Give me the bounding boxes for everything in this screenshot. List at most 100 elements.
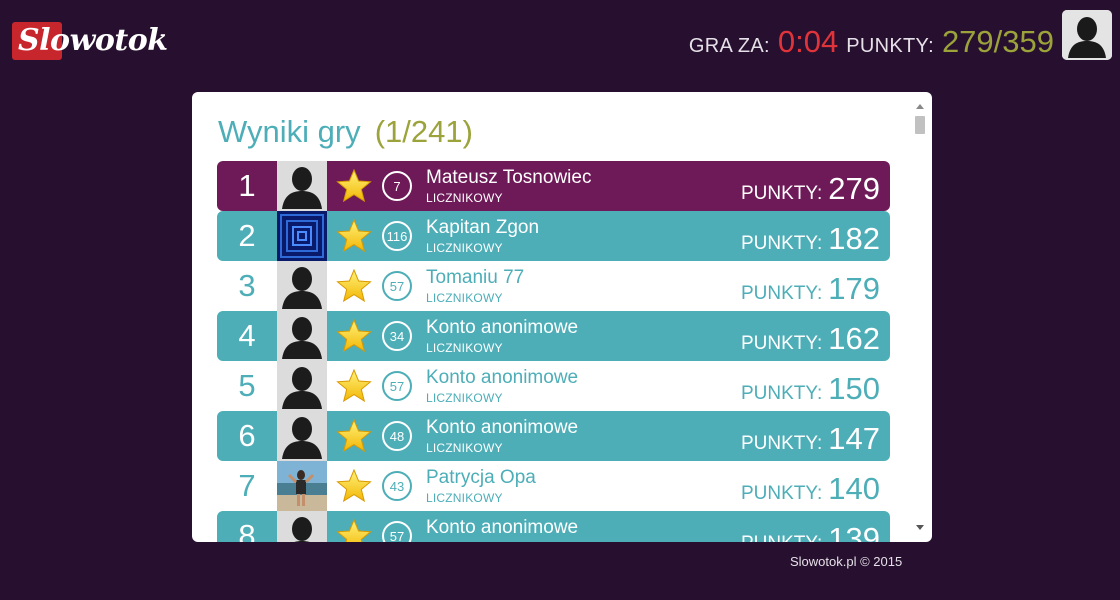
result-row[interactable]: 8 57 Konto anonimowe LICZNIKOWY PUNKTY: 139 xyxy=(217,511,890,542)
player-rank-title: LICZNIKOWY xyxy=(426,340,503,355)
player-points: PUNKTY: 279 xyxy=(741,161,880,211)
result-row[interactable]: 5 57 Konto anonimowe LICZNIKOWY PUNKTY: 150 xyxy=(217,361,890,411)
result-row[interactable]: 7 43 Patrycja Opa LICZNIKOWY PUNKTY: 140 xyxy=(217,461,890,511)
logo[interactable]: Slowotok xyxy=(12,22,168,62)
results-count: (1/241) xyxy=(374,114,473,149)
player-info: Patrycja Opa LICZNIKOWY xyxy=(426,467,536,505)
player-rank-title: LICZNIKOWY xyxy=(426,240,503,255)
player-rank-title: LICZNIKOWY xyxy=(426,390,503,405)
avatar-silhouette-icon xyxy=(277,311,327,361)
player-level-badge: 57 xyxy=(382,521,412,542)
player-points: PUNKTY: 150 xyxy=(741,361,880,411)
player-level-badge: 48 xyxy=(382,421,412,451)
points-value: 182 xyxy=(828,221,880,256)
player-avatar[interactable] xyxy=(277,361,327,411)
player-points: PUNKTY: 162 xyxy=(741,311,880,361)
player-points: PUNKTY: 182 xyxy=(741,211,880,261)
player-level-badge: 116 xyxy=(382,221,412,251)
player-name[interactable]: Tomaniu 77 xyxy=(426,267,524,288)
star-icon xyxy=(336,269,372,303)
game-timer-label: GRA ZA: xyxy=(688,35,770,57)
points-value: 279 xyxy=(828,171,880,206)
star-badge xyxy=(334,219,374,253)
player-avatar[interactable] xyxy=(277,261,327,311)
avatar-silhouette-icon xyxy=(277,411,327,461)
rank-number: 6 xyxy=(238,418,256,453)
game-timer: 0:04 xyxy=(777,24,839,59)
results-panel: Wyniki gry (1/241) 1 7 Mateusz Tosnowiec LIC… xyxy=(192,92,932,542)
player-name[interactable]: Konto anonimowe xyxy=(426,367,578,388)
rank-number: 3 xyxy=(238,268,256,303)
points-value: 147 xyxy=(828,421,880,456)
points-value: 150 xyxy=(828,371,880,406)
player-rank-title: LICZNIKOWY xyxy=(426,490,503,505)
player-info: Kapitan Zgon LICZNIKOWY xyxy=(426,217,539,255)
player-name[interactable]: Konto anonimowe xyxy=(426,417,578,438)
star-badge xyxy=(334,419,374,453)
scrollbar[interactable] xyxy=(912,96,928,538)
result-row[interactable]: 2 116 Kapitan Zgon LICZNIKOWY PUNKTY: 182 xyxy=(217,211,890,261)
player-info: Konto anonimowe LICZNIKOWY xyxy=(426,417,578,455)
avatar-silhouette-icon xyxy=(277,261,327,311)
star-icon xyxy=(336,219,372,253)
results-title: Wyniki gry (1/241) xyxy=(218,114,473,150)
player-name[interactable]: Konto anonimowe xyxy=(426,517,578,538)
rank-number: 2 xyxy=(238,218,256,253)
player-info: Konto anonimowe LICZNIKOWY xyxy=(426,317,578,355)
star-icon xyxy=(336,169,372,203)
points-value: 279/359 xyxy=(941,24,1054,59)
player-name[interactable]: Kapitan Zgon xyxy=(426,217,539,238)
points-label: PUNKTY: xyxy=(740,483,823,504)
result-row[interactable]: 1 7 Mateusz Tosnowiec LICZNIKOWY PUNKTY: 279 xyxy=(217,161,890,211)
player-name[interactable]: Patrycja Opa xyxy=(426,467,536,488)
result-row[interactable]: 3 57 Tomaniu 77 LICZNIKOWY PUNKTY: 179 xyxy=(217,261,890,311)
player-avatar[interactable] xyxy=(277,411,327,461)
player-level-badge: 7 xyxy=(382,171,412,201)
avatar-pattern-image xyxy=(277,211,327,261)
avatar-silhouette-icon xyxy=(277,361,327,411)
player-rank-title: LICZNIKOWY xyxy=(426,541,578,543)
player-points: PUNKTY: 140 xyxy=(741,461,880,511)
player-name[interactable]: Konto anonimowe xyxy=(426,317,578,338)
player-name[interactable]: Mateusz Tosnowiec xyxy=(426,167,591,188)
player-level-badge: 34 xyxy=(382,321,412,351)
result-row[interactable]: 6 48 Konto anonimowe LICZNIKOWY PUNKTY: 147 xyxy=(217,411,890,461)
player-avatar[interactable] xyxy=(277,461,327,511)
player-points: PUNKTY: 139 xyxy=(741,511,880,542)
points-value: 140 xyxy=(828,471,880,506)
star-badge xyxy=(334,169,374,203)
player-rank-title: LICZNIKOWY xyxy=(426,190,503,205)
player-avatar[interactable] xyxy=(277,511,327,542)
player-avatar[interactable] xyxy=(277,311,327,361)
points-label: PUNKTY: xyxy=(741,533,822,542)
results-title-text: Wyniki gry xyxy=(218,114,361,149)
player-avatar[interactable] xyxy=(277,161,327,211)
avatar-photo-image xyxy=(277,461,327,511)
player-level-badge: 57 xyxy=(382,271,412,301)
player-info: Konto anonimowe LICZNIKOWY xyxy=(426,367,578,405)
star-badge xyxy=(334,269,374,303)
points-label: PUNKTY: xyxy=(740,383,823,404)
user-avatar-button[interactable] xyxy=(1062,10,1112,60)
rank-number: 1 xyxy=(238,168,256,203)
star-icon xyxy=(336,419,372,453)
rank-number: 8 xyxy=(238,518,256,542)
player-info: Konto anonimowe LICZNIKOWY xyxy=(426,517,578,543)
user-silhouette-icon xyxy=(1062,10,1112,60)
player-avatar[interactable] xyxy=(277,211,327,261)
points-value: 162 xyxy=(828,321,880,356)
star-badge xyxy=(334,469,374,503)
logo-text: Slowotok xyxy=(18,22,168,58)
scroll-down-arrow-icon[interactable] xyxy=(916,525,924,530)
avatar-silhouette-icon xyxy=(277,161,327,211)
points-label: PUNKTY: xyxy=(740,233,823,254)
points-label: PUNKTY: xyxy=(740,333,823,354)
results-list: 1 7 Mateusz Tosnowiec LICZNIKOWY PUNKTY: 279 2… xyxy=(217,161,890,542)
scroll-up-arrow-icon[interactable] xyxy=(916,104,924,109)
player-points: PUNKTY: 179 xyxy=(741,261,880,311)
result-row[interactable]: 4 34 Konto anonimowe LICZNIKOWY PUNKTY: 162 xyxy=(217,311,890,361)
scroll-thumb[interactable] xyxy=(915,116,925,134)
player-rank-title: LICZNIKOWY xyxy=(426,290,503,305)
player-info: Mateusz Tosnowiec LICZNIKOWY xyxy=(426,167,591,205)
star-icon xyxy=(336,519,372,542)
